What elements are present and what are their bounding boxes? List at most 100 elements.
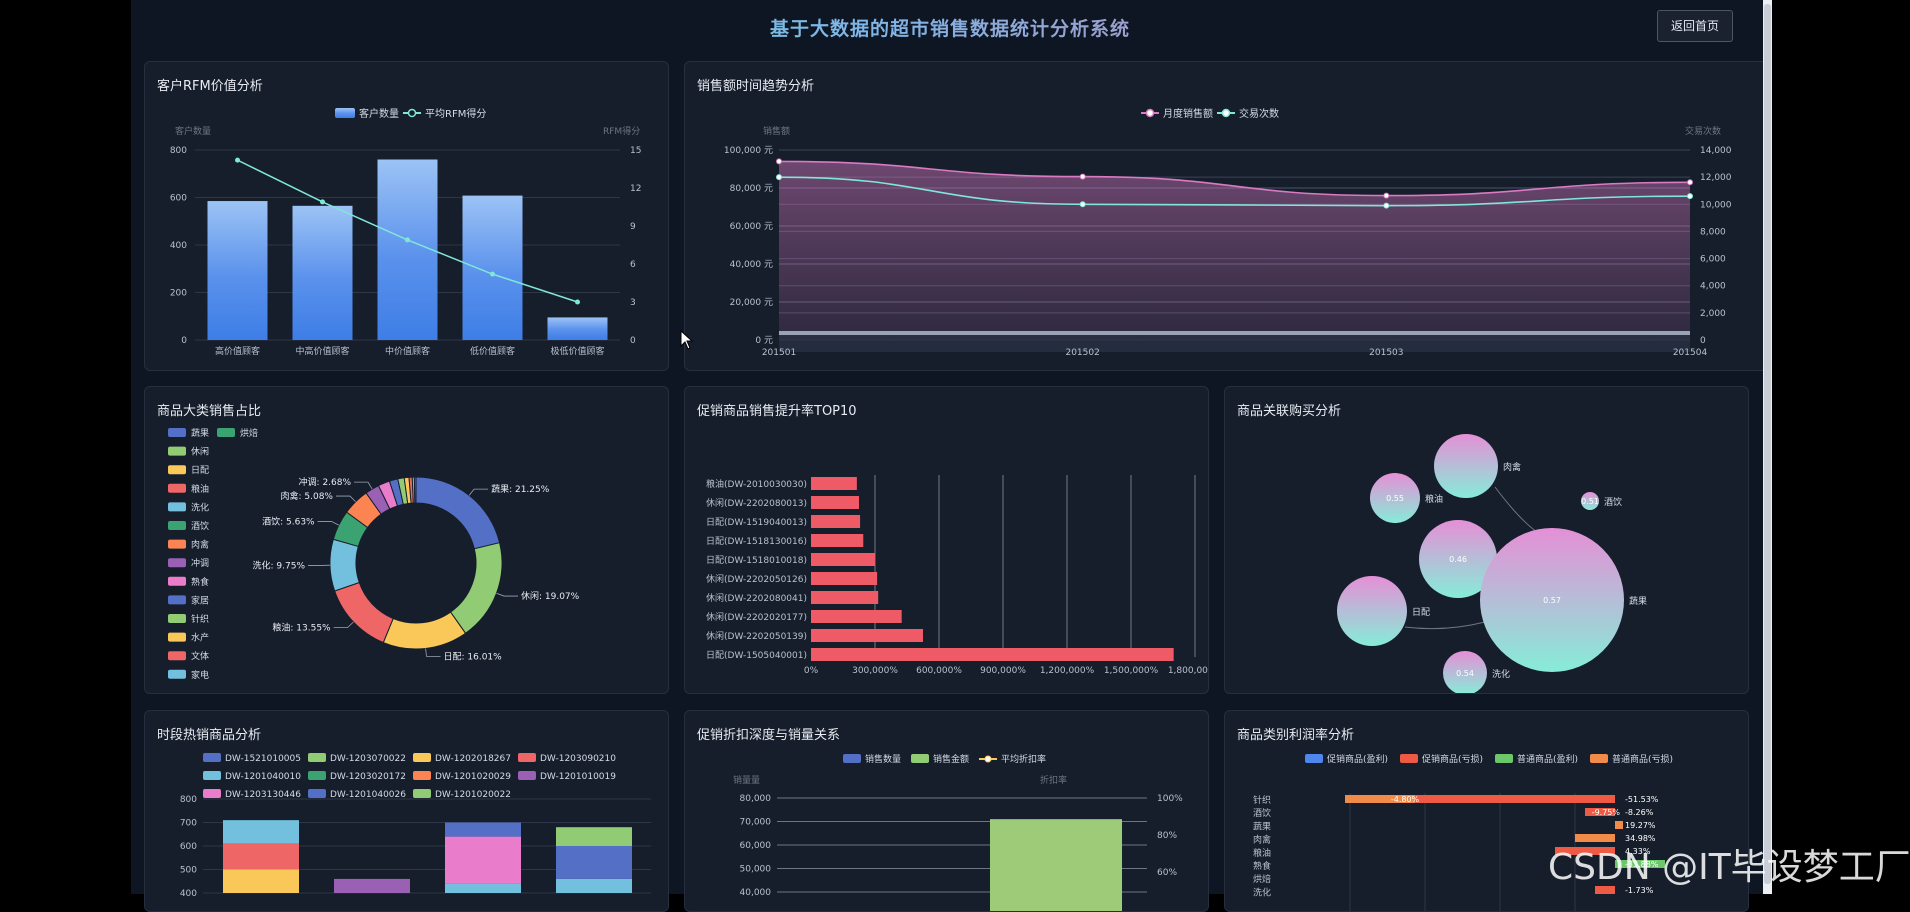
x-tick-label: 0% bbox=[804, 666, 819, 676]
label-line bbox=[336, 496, 356, 502]
page-scrollbar-thumb[interactable] bbox=[1764, 4, 1771, 884]
legend-swatch bbox=[308, 753, 326, 762]
y-tick-label: 烘焙 bbox=[1253, 873, 1271, 885]
bar-label: -8.26% bbox=[1625, 808, 1654, 817]
stack-segment bbox=[445, 884, 521, 893]
y-tick-label: 400 bbox=[170, 241, 187, 251]
legend-swatch bbox=[413, 771, 431, 780]
legend-swatch bbox=[1305, 754, 1323, 763]
bar bbox=[811, 534, 863, 547]
y-tick-label: 休闲(DW-2202080041) bbox=[706, 592, 807, 604]
y-tick-label: 洗化 bbox=[1253, 886, 1271, 898]
bar-label: -9.75% bbox=[1592, 808, 1621, 817]
legend-swatch-dot bbox=[1147, 110, 1154, 117]
y2-tick-label: 10,000 bbox=[1700, 200, 1732, 210]
bubble-value: 0.57 bbox=[1543, 596, 1561, 605]
legend-label: 销售金额 bbox=[933, 753, 969, 765]
bar bbox=[1415, 795, 1615, 803]
x-tick-label: 300,000% bbox=[852, 666, 898, 676]
y2-tick-label: 9 bbox=[630, 222, 636, 232]
y-tick-label: 日配(DW-1518010018) bbox=[706, 555, 807, 566]
legend-swatch bbox=[843, 754, 861, 763]
label-line bbox=[334, 622, 354, 627]
y2-tick-label: 14,000 bbox=[1700, 146, 1732, 156]
slice-label: 肉禽: 5.08% bbox=[280, 490, 333, 502]
y2-axis-title: RFM得分 bbox=[603, 125, 640, 137]
stack-segment bbox=[445, 837, 521, 884]
legend-swatch bbox=[308, 771, 326, 780]
legend-swatch bbox=[413, 789, 431, 798]
slice-label: 休闲: 19.07% bbox=[521, 590, 580, 602]
slice-label: 酒饮: 5.63% bbox=[262, 516, 315, 528]
y-tick-label: 50,000 bbox=[740, 865, 772, 875]
y-tick-label: 60,000 元 bbox=[730, 222, 773, 232]
association-chart: 肉禽0.55粮油0.51酒饮0.46休闲0.57蔬果日配0.54洗化 bbox=[1225, 387, 1748, 693]
stack-segment bbox=[334, 879, 410, 893]
legend-swatch bbox=[911, 754, 929, 763]
bar bbox=[811, 610, 902, 623]
line-point bbox=[235, 158, 240, 163]
line-point bbox=[777, 175, 782, 180]
line-point bbox=[405, 237, 410, 242]
x-tick-label: 201503 bbox=[1369, 348, 1403, 358]
pie-slice bbox=[451, 543, 502, 634]
bubble bbox=[1337, 576, 1407, 646]
line-point bbox=[1688, 194, 1693, 199]
legend-swatch bbox=[168, 558, 186, 567]
dashboard-app: 基于大数据的超市销售数据统计分析系统 返回首页 客户RFM价值分析 客户数量平均… bbox=[131, 0, 1769, 894]
trend-panel: 销售额时间趋势分析 月度销售额交易次数销售额交易次数0 元20,000 元40,… bbox=[684, 61, 1769, 371]
y2-tick-label: 6 bbox=[630, 260, 636, 270]
y-tick-label: 休闲(DW-2202050126) bbox=[706, 573, 807, 585]
discount-panel: 促销折扣深度与销量关系 销售数量销售金额平均折扣率销量量折扣率40,00050,… bbox=[684, 710, 1209, 912]
y-tick-label: 700 bbox=[180, 819, 197, 829]
y2-tick-label: 15 bbox=[630, 146, 641, 156]
legend-swatch bbox=[1590, 754, 1608, 763]
legend-swatch bbox=[168, 540, 186, 549]
rfm-panel: 客户RFM价值分析 客户数量平均RFM得分客户数量RFM得分0200400600… bbox=[144, 61, 669, 371]
y-tick-label: 40,000 bbox=[740, 888, 772, 898]
legend-swatch bbox=[168, 670, 186, 679]
y2-tick-label: 3 bbox=[630, 298, 636, 308]
label-line bbox=[497, 593, 518, 596]
x-tick-label: 201502 bbox=[1065, 348, 1099, 358]
x-tick-label: 高价值顾客 bbox=[215, 345, 260, 357]
bar bbox=[811, 515, 860, 528]
y2-axis-title: 交易次数 bbox=[1685, 125, 1721, 137]
pie-slice bbox=[383, 612, 465, 649]
y-tick-label: 蔬果 bbox=[1253, 820, 1271, 832]
y-tick-label: 熟食 bbox=[1253, 860, 1271, 872]
legend-label: 平均折扣率 bbox=[1001, 753, 1046, 765]
legend-swatch bbox=[308, 789, 326, 798]
legend-swatch bbox=[168, 577, 186, 586]
y-tick-label: 0 元 bbox=[755, 336, 773, 346]
legend-swatch bbox=[168, 447, 186, 456]
bar-label: -4.80% bbox=[1391, 795, 1420, 804]
stack-segment bbox=[556, 827, 632, 846]
legend-swatch-bar bbox=[335, 108, 355, 118]
line-point bbox=[777, 159, 782, 164]
legend-label: 针织 bbox=[191, 613, 209, 625]
legend-swatch bbox=[518, 753, 536, 762]
rfm-chart: 客户数量平均RFM得分客户数量RFM得分02004006008000369121… bbox=[145, 62, 668, 370]
bubble-label: 洗化 bbox=[1492, 668, 1510, 680]
legend-label: 促销商品(亏损) bbox=[1422, 753, 1483, 765]
y-axis-title: 客户数量 bbox=[175, 125, 211, 137]
category-share-chart: 蔬果休闲日配粮油洗化酒饮肉禽冲调熟食家居针织水产文体家电烘焙蔬果: 21.25%… bbox=[145, 387, 668, 693]
legend-swatch bbox=[413, 753, 431, 762]
legend-label: 促销商品(盈利) bbox=[1327, 753, 1388, 765]
y2-tick-label: 6,000 bbox=[1700, 255, 1726, 265]
x-tick-label: 600,000% bbox=[916, 666, 962, 676]
stack-segment bbox=[223, 820, 299, 844]
y-tick-label: 0 bbox=[181, 336, 187, 346]
stack-segment bbox=[223, 870, 299, 894]
label-line bbox=[354, 482, 372, 489]
y-tick-label: 80,000 bbox=[740, 794, 772, 804]
legend-label: 平均RFM得分 bbox=[425, 108, 486, 120]
home-button[interactable]: 返回首页 bbox=[1657, 10, 1733, 42]
bubble-value: 0.55 bbox=[1386, 494, 1404, 503]
legend-label: DW-1201020029 bbox=[435, 772, 511, 782]
y-tick-label: 粮油 bbox=[1253, 847, 1271, 859]
slice-label: 洗化: 9.75% bbox=[253, 559, 306, 571]
y2-tick-label: 60% bbox=[1157, 868, 1177, 878]
line-point bbox=[1384, 203, 1389, 208]
